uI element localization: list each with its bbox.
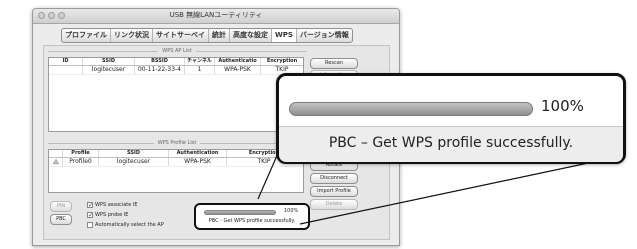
- zoom-progress-bar: [289, 102, 533, 116]
- zoom-message: PBC – Get WPS profile successfully.: [279, 126, 623, 162]
- zoom-callout: 100% PBC – Get WPS profile successfully.: [276, 73, 626, 164]
- zoom-progress-text: 100%: [541, 97, 584, 115]
